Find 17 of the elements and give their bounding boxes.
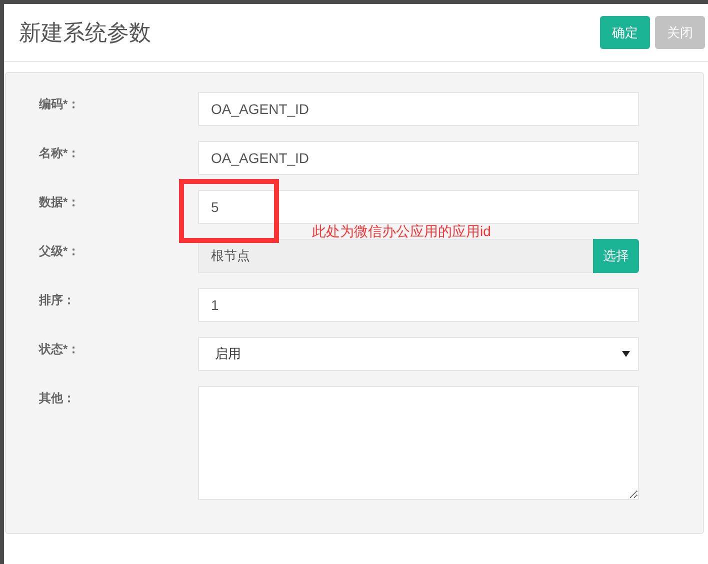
text-field[interactable]: 1 xyxy=(198,288,639,322)
parent-field[interactable]: 根节点 xyxy=(198,239,593,273)
status-select[interactable]: 启用 xyxy=(198,337,639,371)
other-textarea[interactable] xyxy=(198,386,639,500)
field-label: 数据*： xyxy=(38,194,81,211)
field-label: 父级*： xyxy=(38,243,81,260)
text-field[interactable]: OA_AGENT_ID xyxy=(198,141,639,175)
field-label: 其他： xyxy=(38,390,76,407)
text-field[interactable]: OA_AGENT_ID xyxy=(198,92,639,126)
field-label: 编码*： xyxy=(38,96,81,113)
dialog-title: 新建系统参数 xyxy=(19,19,151,47)
field-label: 排序： xyxy=(38,292,76,309)
annotation-note: 此处为微信办公应用的应用id xyxy=(312,224,491,238)
dropdown-arrow-icon xyxy=(622,351,630,357)
field-label: 状态*： xyxy=(38,341,81,358)
field-label: 名称*： xyxy=(38,145,81,162)
text-field[interactable]: 5 xyxy=(198,190,639,224)
